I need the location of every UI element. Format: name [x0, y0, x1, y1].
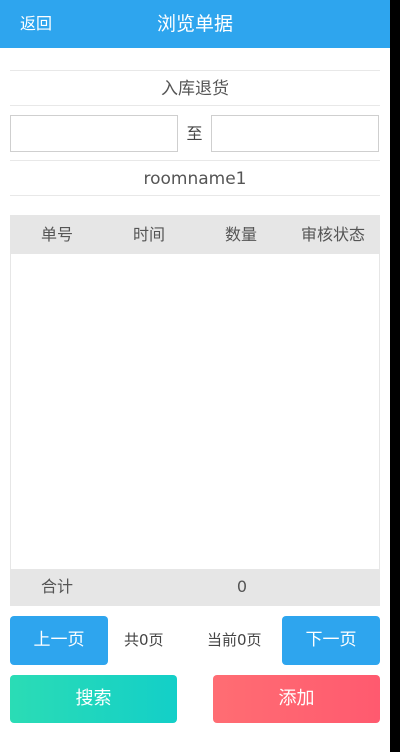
document-type-label[interactable]: 入库退货 [10, 77, 380, 101]
start-date-input[interactable] [10, 115, 178, 152]
divider [10, 105, 380, 106]
records-table: 单号 时间 数量 审核状态 合计 0 [10, 215, 380, 606]
current-page-text: 当前0页 [207, 631, 262, 649]
add-button[interactable]: 添加 [213, 675, 380, 723]
divider [10, 160, 380, 161]
column-header-number: 单号 [40, 225, 73, 244]
column-header-quantity: 数量 [224, 225, 257, 244]
column-header-time: 时间 [132, 225, 165, 244]
divider [10, 70, 380, 71]
search-button[interactable]: 搜索 [10, 675, 177, 723]
table-body [11, 254, 379, 570]
end-date-input[interactable] [211, 115, 379, 152]
total-label: 合计 [40, 577, 73, 596]
total-pages-text: 共0页 [124, 631, 164, 649]
app-screen: 返回 浏览单据 入库退货 至 roomname1 单号 时间 数量 审核状态 合… [0, 0, 390, 752]
room-name-label[interactable]: roomname1 [10, 167, 380, 191]
prev-page-button[interactable]: 上一页 [10, 616, 108, 665]
header-bar: 返回 浏览单据 [0, 0, 390, 48]
next-page-button[interactable]: 下一页 [282, 616, 380, 665]
total-value: 0 [236, 577, 248, 596]
divider [10, 195, 380, 196]
date-separator: 至 [186, 124, 203, 143]
page-title: 浏览单据 [156, 13, 233, 35]
table-footer: 合计 0 [11, 569, 379, 605]
column-header-status: 审核状态 [300, 225, 365, 244]
table-header: 单号 时间 数量 审核状态 [11, 216, 379, 254]
